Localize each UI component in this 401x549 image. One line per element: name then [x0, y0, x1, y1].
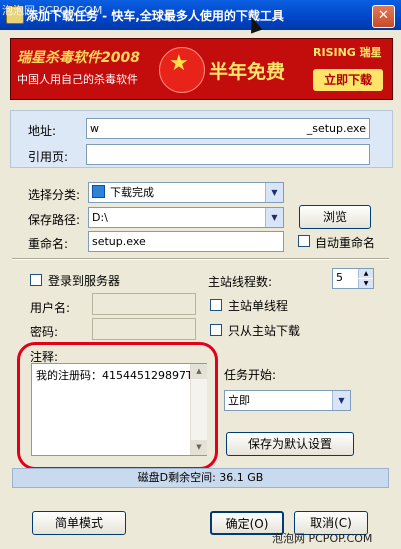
spin-up-icon[interactable]: ▲: [358, 269, 373, 278]
banner-brand: RISING 瑞星: [313, 46, 382, 59]
single-thread-checkbox[interactable]: [210, 299, 222, 311]
banner-offer: 半年免费: [209, 61, 286, 83]
login-checkbox[interactable]: [30, 274, 42, 286]
auto-rename-label: 自动重命名: [315, 236, 376, 250]
threads-spinner[interactable]: 5 ▲ ▼: [332, 268, 374, 289]
savepath-label: 保存路径:: [28, 213, 81, 227]
divider: [12, 258, 389, 260]
single-thread-label: 主站单线程: [228, 299, 289, 313]
chevron-down-icon[interactable]: ▼: [265, 183, 283, 202]
threads-label: 主站线程数:: [208, 275, 273, 289]
start-value: 立即: [228, 394, 250, 407]
annotation-highlight: [17, 342, 218, 470]
chevron-down-icon[interactable]: ▼: [265, 208, 283, 227]
watermark-top: 泡泡网 PCPOP.COM: [2, 4, 103, 17]
star-icon: ★: [169, 51, 189, 76]
address-label: 地址:: [28, 124, 57, 138]
start-select[interactable]: 立即 ▼: [224, 390, 351, 411]
rename-input[interactable]: setup.exe: [88, 231, 284, 252]
category-select[interactable]: 下载完成 ▼: [88, 182, 284, 203]
start-label: 任务开始:: [224, 368, 277, 382]
watermark-bottom: 泡泡网 PCPOP.COM: [272, 532, 373, 545]
password-input[interactable]: [92, 318, 196, 340]
address-prefix: w: [90, 122, 99, 135]
category-value: 下载完成: [110, 186, 154, 199]
banner-download-button[interactable]: 立即下载: [313, 69, 383, 91]
category-folder-icon: [92, 185, 105, 198]
username-input[interactable]: [92, 293, 196, 315]
save-default-button[interactable]: 保存为默认设置: [226, 432, 354, 456]
login-label: 登录到服务器: [48, 274, 121, 288]
only-main-label: 只从主站下载: [228, 324, 301, 338]
chevron-down-icon[interactable]: ▼: [332, 391, 350, 410]
savepath-combo[interactable]: D:\ ▼: [88, 207, 284, 228]
address-input[interactable]: w _setup.exe: [86, 118, 370, 139]
close-button[interactable]: ✕: [372, 5, 395, 28]
category-label: 选择分类:: [28, 188, 81, 202]
spin-down-icon[interactable]: ▼: [358, 279, 373, 288]
address-value: _setup.exe: [306, 122, 366, 135]
referer-input[interactable]: [86, 144, 370, 165]
disk-space-status: 磁盘D剩余空间: 36.1 GB: [12, 468, 389, 488]
banner-logo: 瑞星杀毒软件2008: [17, 50, 140, 66]
browse-button[interactable]: 浏览: [299, 205, 371, 229]
username-label: 用户名:: [30, 301, 71, 315]
savepath-value: D:\: [92, 211, 108, 224]
rename-label: 重命名:: [28, 237, 69, 251]
auto-rename-checkbox[interactable]: [298, 235, 310, 247]
simple-mode-button[interactable]: 简单模式: [32, 511, 126, 535]
threads-value: 5: [336, 271, 343, 284]
referer-label: 引用页:: [28, 150, 69, 164]
banner-slogan: 中国人用自己的杀毒软件: [17, 73, 138, 86]
password-label: 密码:: [30, 325, 59, 339]
only-main-checkbox[interactable]: [210, 324, 222, 336]
ad-banner[interactable]: 瑞星杀毒软件2008 中国人用自己的杀毒软件 ★ 半年免费 RISING 瑞星 …: [10, 38, 393, 100]
